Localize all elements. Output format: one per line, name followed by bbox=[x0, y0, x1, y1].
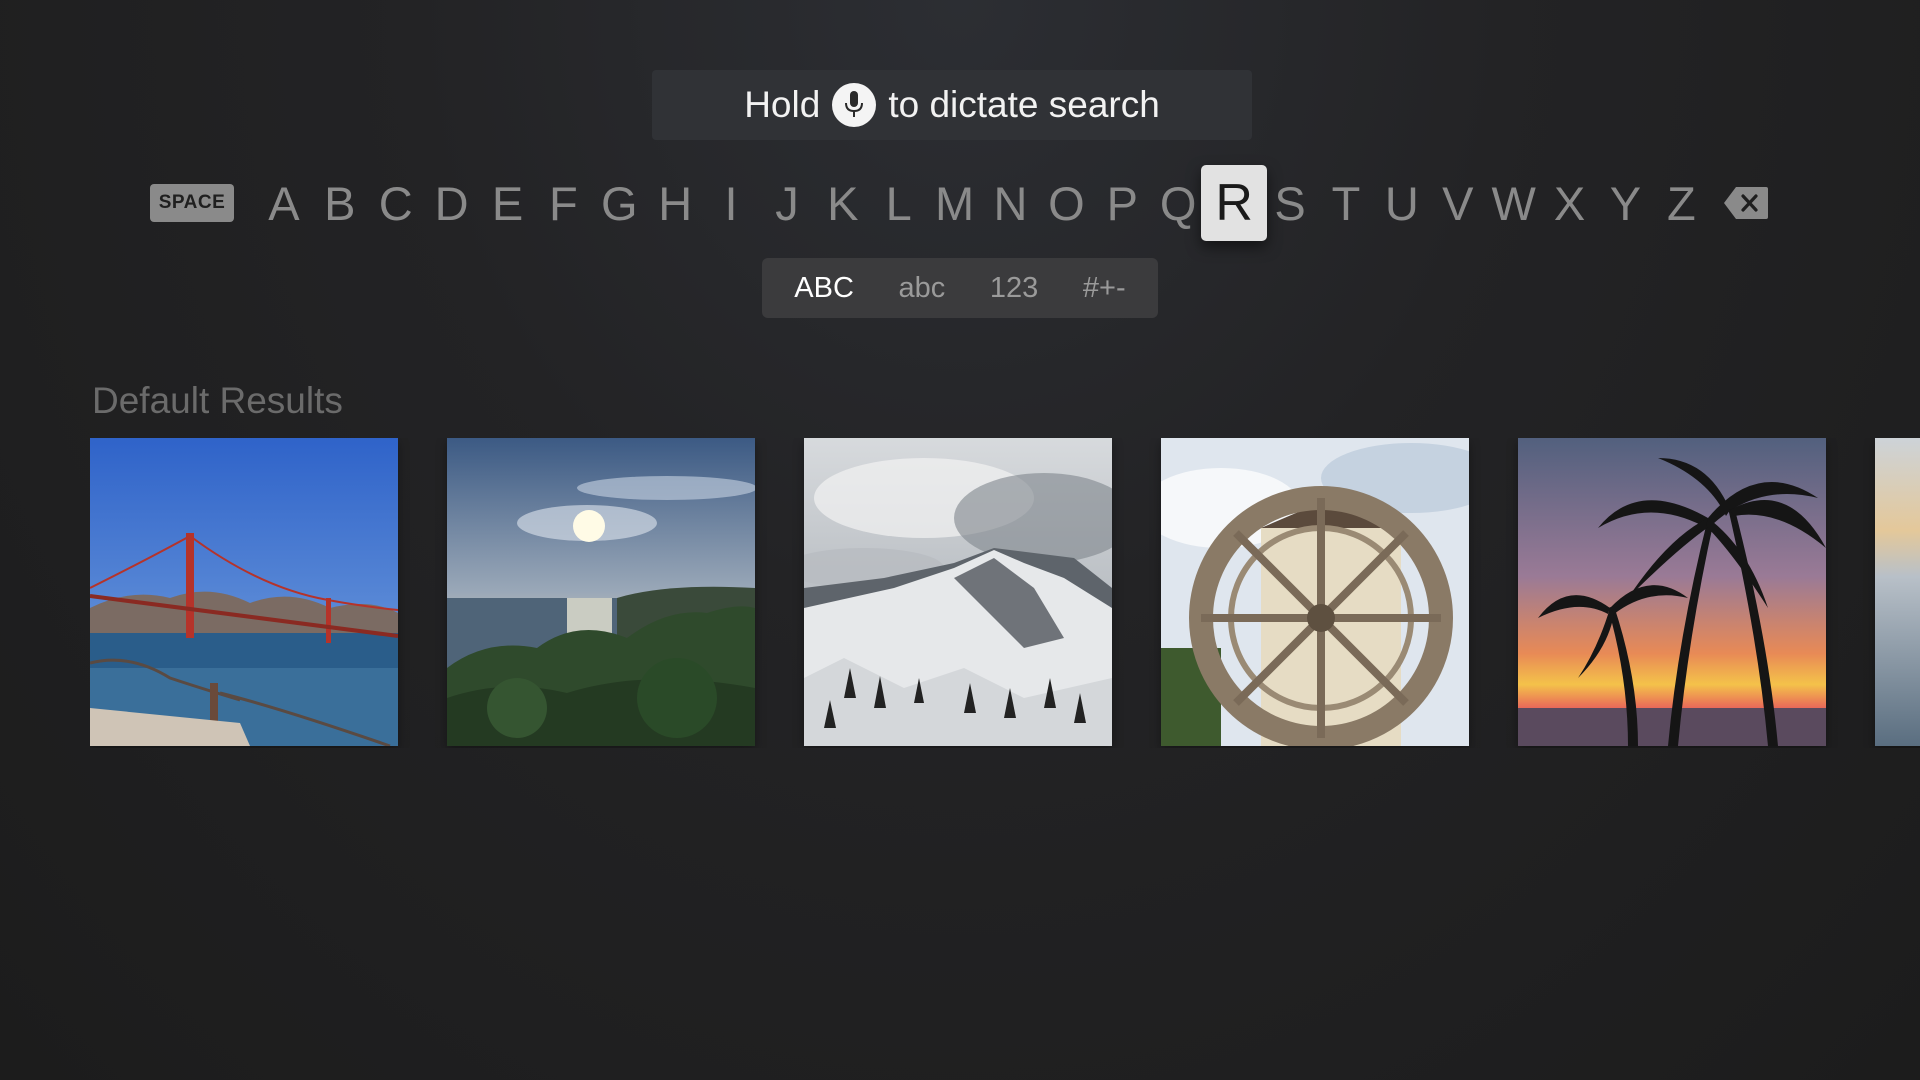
key-m[interactable]: M bbox=[927, 165, 983, 241]
dictation-hint-after: to dictate search bbox=[888, 84, 1160, 125]
key-n[interactable]: N bbox=[983, 165, 1039, 241]
key-d[interactable]: D bbox=[424, 165, 480, 241]
key-c[interactable]: C bbox=[368, 165, 424, 241]
key-t[interactable]: T bbox=[1318, 165, 1374, 241]
golden-gate-bridge-photo[interactable] bbox=[90, 438, 398, 746]
key-l[interactable]: L bbox=[871, 165, 927, 241]
key-r[interactable]: R bbox=[1201, 165, 1268, 241]
key-g[interactable]: G bbox=[591, 165, 647, 241]
key-s[interactable]: S bbox=[1262, 165, 1318, 241]
dictation-hint: Hold to dictate search bbox=[652, 70, 1252, 140]
key-f[interactable]: F bbox=[535, 165, 591, 241]
key-z[interactable]: Z bbox=[1653, 165, 1709, 241]
mode-lowercase[interactable]: abc bbox=[899, 272, 946, 305]
key-a[interactable]: A bbox=[256, 165, 312, 241]
ocean-partial-photo[interactable] bbox=[1875, 438, 1920, 746]
delete-backspace-icon[interactable] bbox=[1722, 183, 1770, 223]
key-j[interactable]: J bbox=[759, 165, 815, 241]
mode-numbers[interactable]: 123 bbox=[990, 272, 1038, 305]
key-w[interactable]: W bbox=[1486, 165, 1542, 241]
ocean-sunset-coast-photo[interactable] bbox=[447, 438, 755, 746]
keyboard-mode-selector: ABC abc 123 #+- bbox=[762, 258, 1158, 318]
snowy-mountain-photo[interactable] bbox=[804, 438, 1112, 746]
key-e[interactable]: E bbox=[480, 165, 536, 241]
key-x[interactable]: X bbox=[1542, 165, 1598, 241]
dictation-hint-before: Hold bbox=[744, 84, 821, 125]
key-u[interactable]: U bbox=[1374, 165, 1430, 241]
key-v[interactable]: V bbox=[1430, 165, 1486, 241]
key-h[interactable]: H bbox=[647, 165, 703, 241]
letter-keys: ABCDEFGHIJKLMNOPQRSTUVWXYZ bbox=[256, 165, 1709, 241]
key-q[interactable]: Q bbox=[1150, 165, 1206, 241]
water-wheel-photo[interactable] bbox=[1161, 438, 1469, 746]
key-i[interactable]: I bbox=[703, 165, 759, 241]
key-o[interactable]: O bbox=[1038, 165, 1094, 241]
palm-trees-sunset-photo[interactable] bbox=[1518, 438, 1826, 746]
key-p[interactable]: P bbox=[1094, 165, 1150, 241]
key-y[interactable]: Y bbox=[1597, 165, 1653, 241]
key-b[interactable]: B bbox=[312, 165, 368, 241]
mode-symbols[interactable]: #+- bbox=[1083, 272, 1126, 305]
microphone-icon bbox=[832, 83, 877, 127]
mode-uppercase[interactable]: ABC bbox=[794, 272, 854, 305]
search-screen: Hold to dictate search SPACE ABCDEFGHIJK… bbox=[0, 0, 1920, 1080]
space-key[interactable]: SPACE bbox=[150, 184, 234, 222]
key-k[interactable]: K bbox=[815, 165, 871, 241]
keyboard-row: SPACE ABCDEFGHIJKLMNOPQRSTUVWXYZ bbox=[150, 165, 1770, 241]
section-title: Default Results bbox=[92, 380, 343, 421]
results-row bbox=[90, 438, 1920, 748]
